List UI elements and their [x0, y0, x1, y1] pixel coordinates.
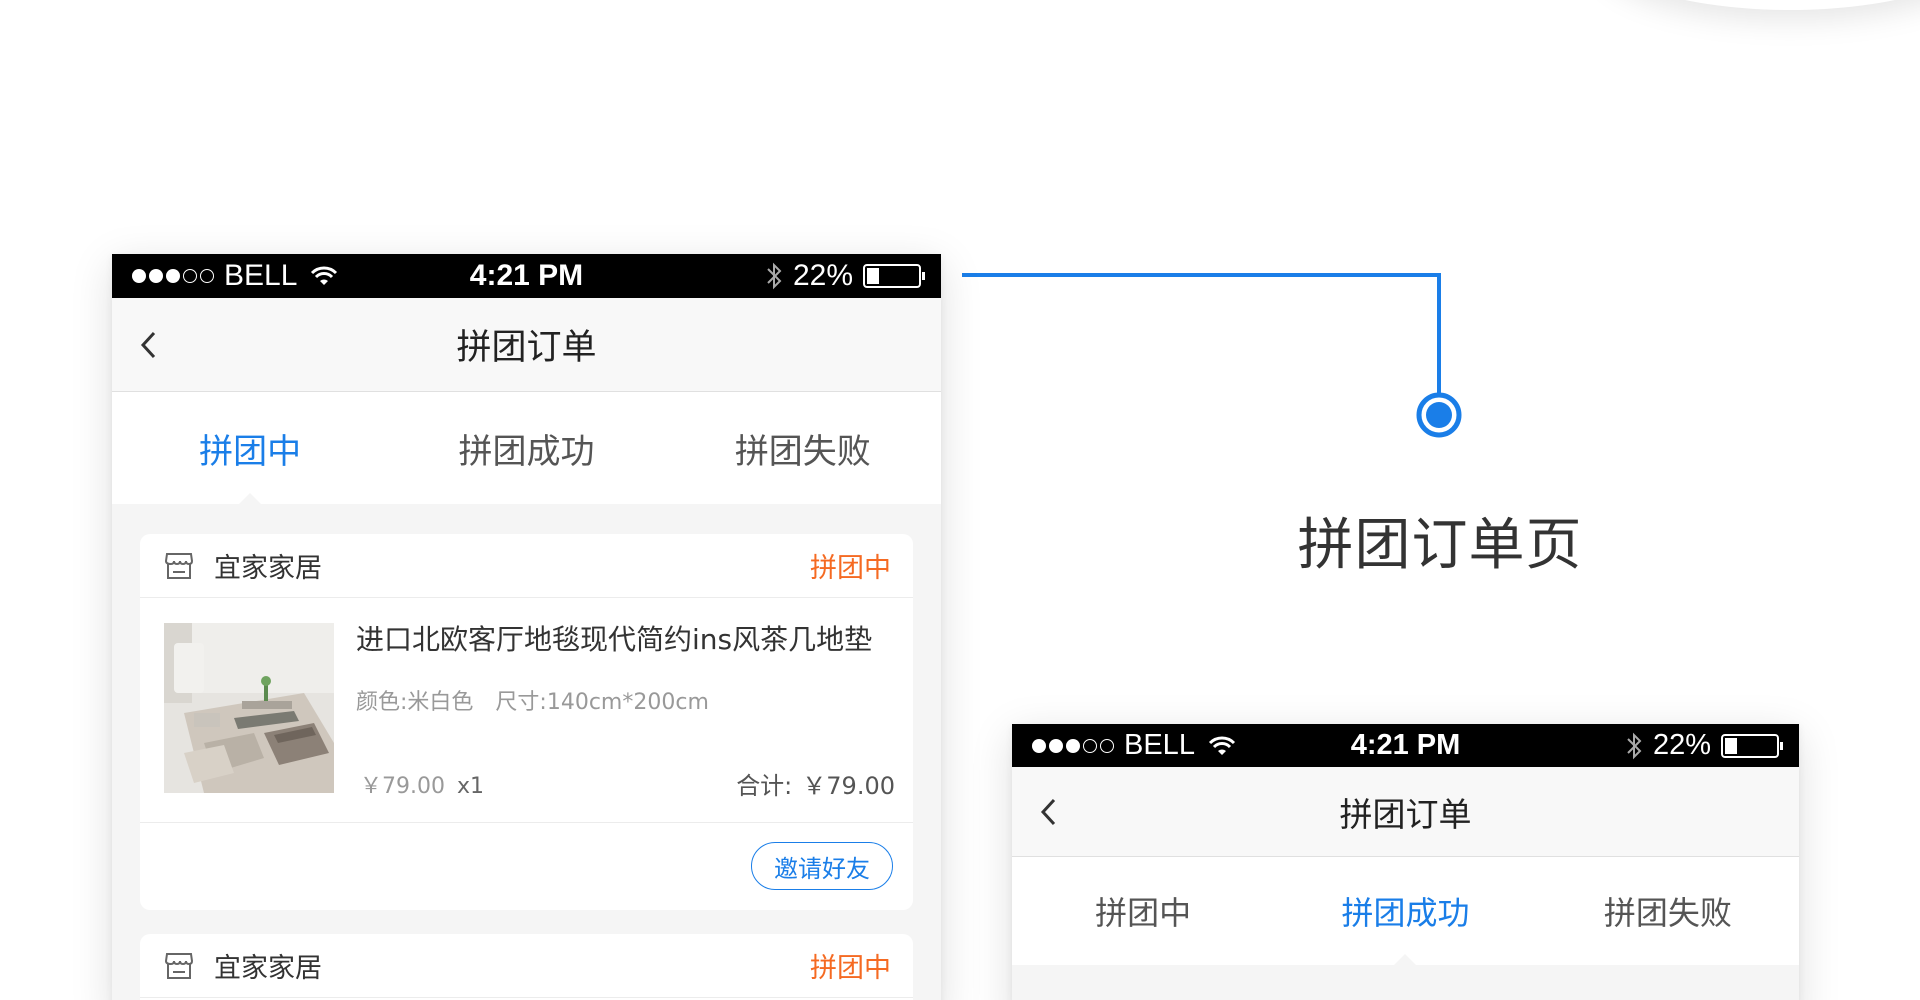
- quantity: x1: [456, 774, 485, 799]
- page-title: 拼团订单: [456, 328, 597, 368]
- back-button[interactable]: [1030, 790, 1066, 834]
- tab-failed[interactable]: 拼团失败: [665, 392, 941, 504]
- battery-percent: 22%: [792, 259, 853, 292]
- connector-node-icon: [1416, 392, 1462, 438]
- phone-mockup-right: BELL 4:21 PM 22% 拼团订单 拼团中 拼团成功 拼团失败: [1012, 724, 1799, 1000]
- chevron-left-icon: [1040, 798, 1056, 825]
- order-total: 合计: ￥79.00: [736, 766, 895, 801]
- battery-icon: [1721, 733, 1783, 758]
- order-status: 拼团中: [810, 953, 891, 984]
- page-title: 拼团订单: [1339, 794, 1472, 834]
- status-time: 4:21 PM: [469, 259, 584, 292]
- product-attributes: 颜色:米白色 尺寸:140cm*200cm: [356, 684, 709, 716]
- status-bar: BELL 4:21 PM 22%: [112, 254, 941, 298]
- bluetooth-icon: [767, 262, 782, 290]
- tab-in-progress[interactable]: 拼团中: [112, 392, 388, 505]
- order-card-header: 宜家家居 拼团中: [140, 534, 913, 598]
- nav-bar: 拼团订单: [1012, 767, 1799, 857]
- total-label: 合计:: [736, 772, 793, 800]
- order-product[interactable]: 进口北欧客厅地毯现代简约ins风茶几地垫 颜色:米白色 尺寸:140cm*200c…: [140, 598, 913, 823]
- store-icon: [164, 952, 194, 979]
- invite-friends-button[interactable]: 邀请好友: [751, 842, 893, 890]
- nav-bar: 拼团订单: [112, 298, 941, 392]
- product-image: [164, 623, 334, 793]
- order-status: 拼团中: [810, 553, 891, 584]
- back-button[interactable]: [130, 323, 166, 367]
- store-name: 宜家家居: [214, 553, 322, 584]
- bluetooth-icon: [1627, 732, 1642, 759]
- phone-mockup-left: BELL 4:21 PM 22% 拼团订单 拼团中 拼团成功 拼团失败 宜家家居…: [112, 254, 941, 1000]
- product-price-row: ￥79.00 x1: [360, 768, 484, 800]
- tab-failed[interactable]: 拼团失败: [1537, 857, 1799, 965]
- decorative-shadow: [1600, 0, 1920, 10]
- store-icon: [164, 552, 194, 579]
- order-card[interactable]: 宜家家居 拼团中: [140, 934, 913, 1000]
- tab-success[interactable]: 拼团成功: [388, 392, 664, 504]
- page-label: 拼团订单页: [1297, 513, 1583, 578]
- tab-bar: 拼团中 拼团成功 拼团失败: [112, 392, 941, 505]
- order-card-header: 宜家家居 拼团中: [140, 934, 913, 998]
- order-card[interactable]: 宜家家居 拼团中: [140, 534, 913, 910]
- status-bar: BELL 4:21 PM 22%: [1012, 724, 1799, 767]
- total-value: ￥79.00: [802, 772, 895, 800]
- product-color: 颜色:米白色: [356, 690, 474, 715]
- chevron-left-icon: [140, 331, 156, 358]
- order-card-footer: 邀请好友: [140, 823, 913, 909]
- product-title: 进口北欧客厅地毯现代简约ins风茶几地垫: [356, 623, 873, 656]
- battery-icon: [863, 264, 925, 288]
- product-size: 尺寸:140cm*200cm: [495, 690, 709, 715]
- status-time: 4:21 PM: [1350, 729, 1461, 761]
- tab-in-progress[interactable]: 拼团中: [1012, 857, 1274, 965]
- tab-bar: 拼团中 拼团成功 拼团失败: [1012, 857, 1799, 966]
- battery-percent: 22%: [1652, 729, 1711, 761]
- unit-price: ￥79.00: [360, 774, 445, 799]
- store-name: 宜家家居: [214, 953, 322, 984]
- tab-success[interactable]: 拼团成功: [1274, 857, 1536, 966]
